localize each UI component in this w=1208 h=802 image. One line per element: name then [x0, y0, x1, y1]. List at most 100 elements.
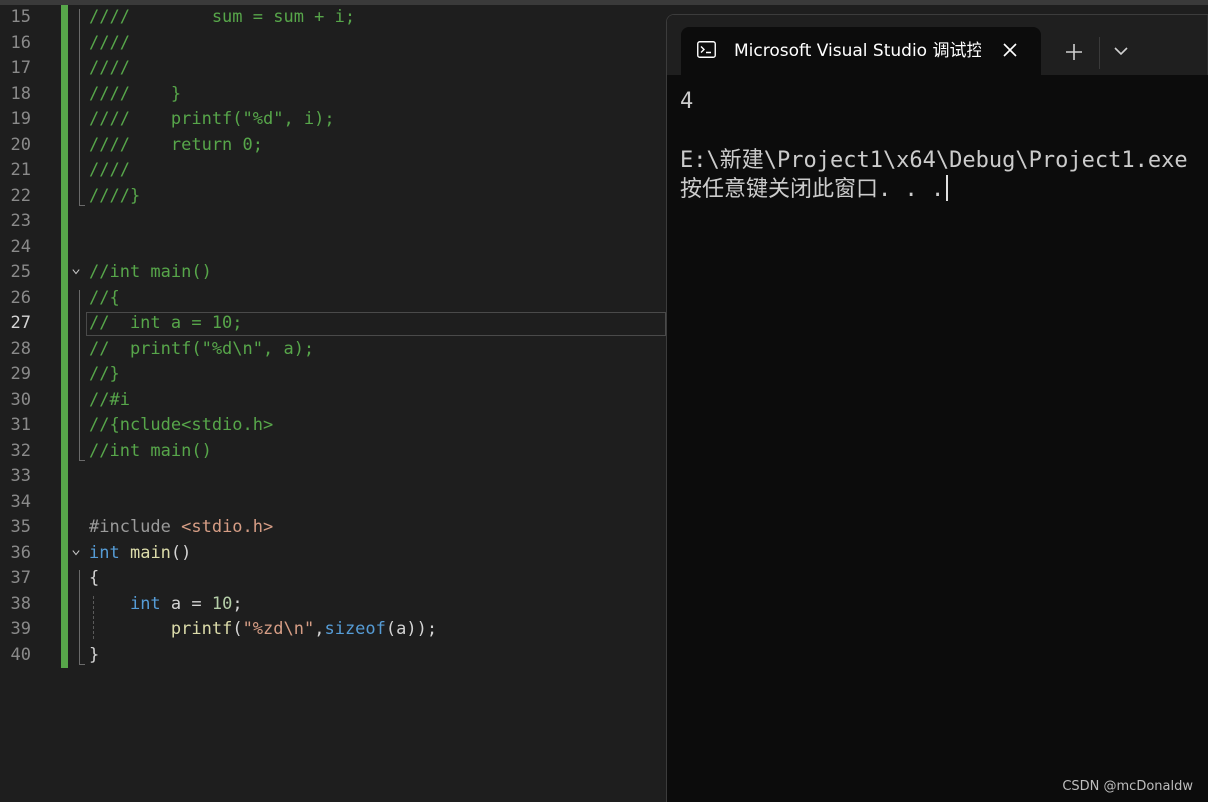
line-number: 34 [10, 491, 31, 512]
code-editor[interactable]: 15 //// sum = sum + i; 16 //// 17 //// 18 //// … [0, 5, 666, 801]
code-token: a = [160, 593, 212, 614]
line-number: 40 [10, 644, 31, 665]
line-number: 20 [10, 134, 31, 155]
code-line[interactable]: 26 //{ [0, 286, 666, 312]
code-token: <stdio.h> [181, 517, 274, 537]
code-token: "%zd\n" [242, 619, 315, 639]
code-text: //// sum = sum + i; [89, 5, 355, 31]
code-line[interactable]: 32 //int main() [0, 439, 666, 465]
code-text: ////} [89, 184, 140, 210]
code-token: //} [89, 364, 120, 384]
close-icon[interactable] [1001, 41, 1019, 59]
code-line[interactable]: 28 // printf("%d\n", a); [0, 337, 666, 363]
chevron-down-icon[interactable] [1111, 41, 1131, 61]
code-token: } [89, 644, 100, 665]
code-line[interactable]: 25 //int main() [0, 260, 666, 286]
code-text: //{ [89, 286, 120, 312]
code-line[interactable]: 30 //#i [0, 388, 666, 414]
line-number: 29 [10, 364, 31, 384]
code-token: // printf("%d\n", a); [89, 338, 315, 359]
code-line[interactable]: 31 //{nclude<stdio.h> [0, 413, 666, 439]
code-line[interactable]: 24 [0, 235, 666, 261]
code-line[interactable]: 18 //// } [0, 82, 666, 108]
line-number: 24 [10, 236, 31, 257]
tab-divider [1099, 37, 1100, 69]
line-number: 39 [10, 619, 31, 639]
code-line[interactable]: 16 //// [0, 31, 666, 57]
code-token: //#i [89, 389, 130, 410]
code-token: //// return 0; [89, 134, 263, 155]
text-cursor [946, 175, 949, 201]
code-token: (a)); [385, 619, 438, 639]
outline-guide [79, 570, 80, 664]
code-line[interactable]: 35 #include <stdio.h> [0, 515, 666, 541]
line-number: 37 [10, 568, 31, 588]
code-text: #include <stdio.h> [89, 515, 273, 541]
code-text: //int main() [89, 260, 212, 286]
code-token: { [89, 568, 100, 588]
code-token: //{ [89, 287, 120, 308]
code-token: printf [170, 619, 233, 639]
line-number: 27 [10, 313, 31, 333]
code-line[interactable]: 39 printf("%zd\n",sizeof(a)); [0, 617, 666, 643]
line-number: 26 [10, 287, 31, 308]
line-number: 17 [10, 58, 31, 78]
line-number: 25 [10, 262, 31, 282]
code-token: //// printf("%d", i); [89, 109, 335, 129]
code-line[interactable]: 17 //// [0, 56, 666, 82]
outline-guide-end [79, 664, 85, 665]
line-number: 18 [10, 83, 31, 104]
code-line[interactable]: 22 ////} [0, 184, 666, 210]
line-number: 15 [10, 7, 31, 27]
code-line[interactable]: 40} [0, 643, 666, 669]
code-line[interactable]: 19 //// printf("%d", i); [0, 107, 666, 133]
line-number: 19 [10, 109, 31, 129]
code-text: //// printf("%d", i); [89, 107, 335, 133]
code-token: sizeof [324, 619, 386, 639]
code-line[interactable]: 21 //// [0, 158, 666, 184]
code-text: //// } [89, 82, 181, 108]
code-line[interactable]: 15 //// sum = sum + i; [0, 5, 666, 31]
code-token: //// sum = sum + i; [89, 7, 356, 27]
code-line[interactable]: 38 int a = 10; [0, 592, 666, 618]
code-token: () [170, 542, 192, 563]
code-text: //{nclude<stdio.h> [89, 413, 273, 439]
code-token: //// } [89, 83, 182, 104]
outline-guide [79, 289, 80, 460]
code-token: //int main() [89, 440, 212, 461]
code-text: //// [89, 31, 130, 57]
code-text: //} [89, 362, 120, 388]
line-number: 38 [10, 593, 31, 614]
code-line[interactable]: 23 [0, 209, 666, 235]
code-token: #include [89, 517, 182, 537]
code-text: //#i [89, 388, 130, 414]
code-text: int a = 10; [89, 592, 243, 618]
code-line[interactable]: 33 [0, 464, 666, 490]
code-token: ; [232, 593, 243, 614]
code-line[interactable]: 20 //// return 0; [0, 133, 666, 159]
debug-console-window[interactable]: Microsoft Visual Studio 调试控制台 4 E:\新建\Pr… [666, 14, 1208, 802]
fold-chevron-icon[interactable] [72, 268, 80, 276]
code-line[interactable]: 36 int main() [0, 541, 666, 567]
code-line[interactable]: 29 //} [0, 362, 666, 388]
code-line[interactable]: 34 [0, 490, 666, 516]
outline-guide [93, 595, 94, 639]
code-token: 10 [211, 593, 233, 614]
console-output-line: E:\新建\Project1\x64\Debug\Project1.exe [680, 148, 1188, 173]
code-text: //// [89, 56, 130, 82]
code-text: printf("%zd\n",sizeof(a)); [89, 617, 437, 643]
code-token: , [314, 619, 325, 639]
code-token: //// [89, 58, 130, 78]
outline-guide-end [79, 205, 85, 206]
code-line[interactable]: 37 { [0, 566, 666, 592]
fold-chevron-icon[interactable] [72, 549, 80, 557]
line-number: 35 [10, 517, 31, 537]
code-text: { [89, 566, 99, 592]
line-number: 31 [10, 415, 31, 435]
plus-icon[interactable] [1063, 41, 1085, 63]
code-token: ////} [89, 185, 141, 206]
console-tab[interactable]: Microsoft Visual Studio 调试控制台 [681, 27, 1041, 75]
code-text: } [89, 643, 99, 669]
